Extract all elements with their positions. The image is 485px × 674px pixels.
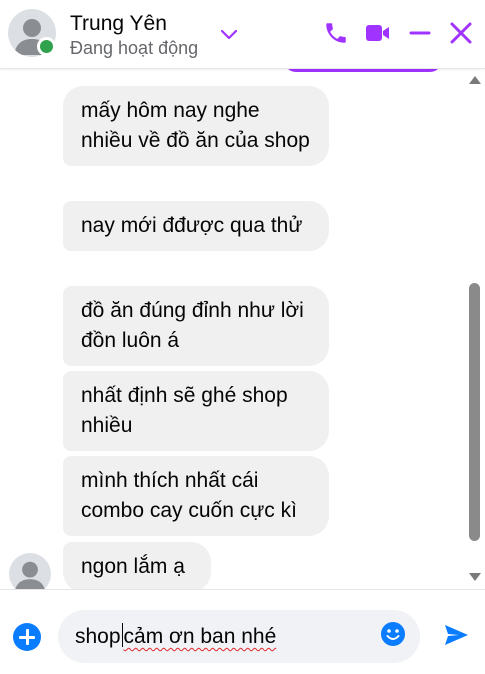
close-icon[interactable] (446, 18, 476, 48)
chat-header: Trung Yên Đang hoạt động (0, 0, 485, 69)
message-list[interactable]: mấy hôm nay nghe nhiều về đồ ăn của shop… (0, 68, 485, 589)
emoji-icon[interactable] (380, 621, 406, 647)
typed-text-before-caret: shop (75, 625, 121, 648)
message-bubble[interactable]: mấy hôm nay nghe nhiều về đồ ăn của shop (63, 86, 329, 166)
chevron-down-icon[interactable] (219, 24, 239, 44)
avatar-placeholder-icon (15, 561, 45, 589)
message-text: nay mới đđược qua thử (81, 214, 303, 237)
message-bubble[interactable]: nay mới đđược qua thử (63, 201, 329, 251)
text-caret (121, 623, 123, 647)
typed-text-after-caret: cảm ơn ban nhé (123, 625, 277, 648)
message-composer: shop cảm ơn ban nhé (0, 589, 485, 674)
message-input[interactable]: shop cảm ơn ban nhé (58, 610, 420, 663)
phone-icon[interactable] (321, 18, 351, 48)
sender-avatar[interactable] (9, 553, 51, 589)
message-bubble[interactable]: đồ ăn đúng đỉnh như lời đồn luôn á (63, 286, 329, 366)
online-status-dot (37, 37, 56, 56)
contact-avatar[interactable] (8, 9, 56, 57)
scrollbar-thumb[interactable] (469, 283, 480, 541)
message-input-text[interactable]: shop cảm ơn ban nhé (75, 623, 276, 651)
scroll-down-arrow-icon[interactable] (469, 573, 481, 581)
plus-icon[interactable] (13, 623, 41, 651)
message-text: đồ ăn đúng đỉnh như lời đồn luôn á (81, 299, 304, 352)
video-icon[interactable] (363, 18, 393, 48)
scroll-up-arrow-icon[interactable] (469, 76, 481, 84)
message-text: mình thích nhất cái combo cay cuốn cực k… (81, 469, 297, 522)
contact-name[interactable]: Trung Yên (70, 11, 167, 37)
contact-status: Đang hoạt động (70, 38, 199, 58)
send-icon[interactable] (442, 621, 470, 649)
minimize-icon[interactable] (405, 18, 435, 48)
message-text: mấy hôm nay nghe nhiều về đồ ăn của shop (81, 99, 310, 152)
message-scrollbar[interactable] (465, 68, 485, 589)
message-bubble[interactable]: mình thích nhất cái combo cay cuốn cực k… (63, 456, 329, 536)
message-text: ngon lắm ạ (81, 555, 185, 578)
message-bubble[interactable]: nhất định sẽ ghé shop nhiều (63, 371, 329, 451)
message-text: nhất định sẽ ghé shop nhiều (81, 384, 288, 437)
message-bubble[interactable]: ngon lắm ạ (63, 542, 211, 589)
